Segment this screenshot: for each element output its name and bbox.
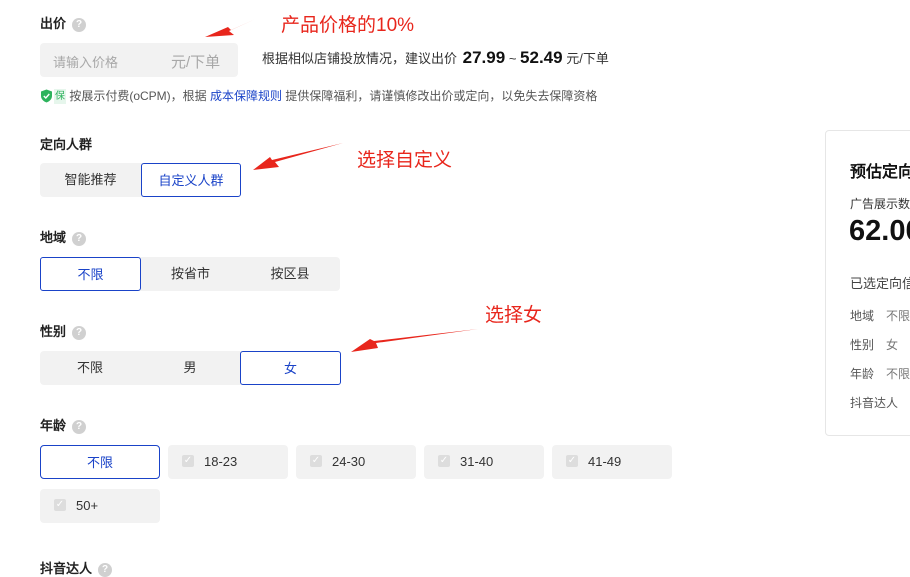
impressions-label: 广告展示数	[850, 197, 910, 211]
annotation-custom: 选择自定义	[357, 150, 453, 171]
annotation-arrows	[205, 17, 478, 352]
impressions-value: 62.00	[849, 215, 910, 247]
arrow-female	[351, 329, 478, 352]
estimate-row-douyin: 抖音达人	[850, 396, 899, 410]
annotation-price: 产品价格的10%	[281, 15, 415, 36]
estimate-title: 预估定向	[850, 164, 910, 181]
estimate-row-gender: 性别女	[850, 338, 899, 352]
estimate-row-age: 年龄 不限	[850, 367, 910, 381]
arrow-custom	[253, 143, 343, 170]
annotation-female: 选择女	[485, 305, 543, 326]
arrow-price	[205, 17, 260, 37]
selected-targeting-title: 已选定向信	[850, 276, 910, 291]
estimate-row-region: 地域 不限	[850, 309, 910, 323]
estimate-card: 预估定向 广告展示数 62.00 已选定向信 地域不限 性别女 年龄不限 抖音达…	[825, 130, 910, 436]
